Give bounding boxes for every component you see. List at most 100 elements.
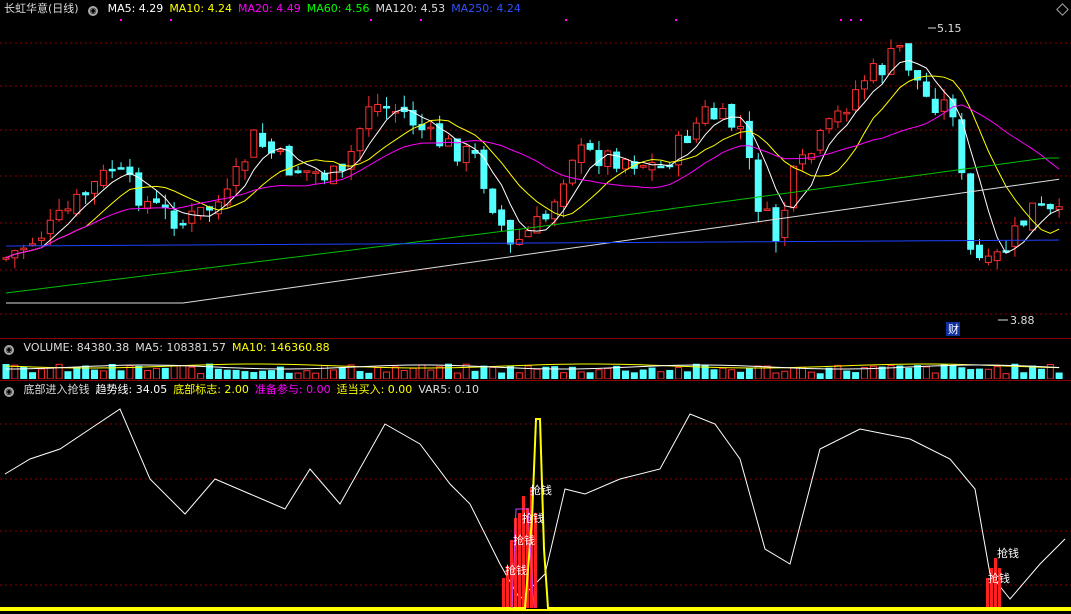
event-dot bbox=[675, 19, 677, 21]
candle-body bbox=[37, 237, 45, 241]
volume-bar bbox=[232, 369, 240, 379]
candle-body bbox=[896, 45, 904, 48]
candle-body bbox=[170, 210, 178, 229]
ma-label-3: MA60: 4.56 bbox=[306, 2, 370, 15]
candle-body bbox=[524, 230, 532, 238]
vol-label-1: MA5: 108381.57 bbox=[135, 341, 226, 354]
indicator-panel[interactable]: ◉ 底部进入抢钱 趋势线: 34.05 底部标志: 2.00 准备参与: 0.00 适当… bbox=[0, 381, 1071, 614]
volume-bar bbox=[445, 363, 452, 379]
candle-body bbox=[763, 208, 771, 211]
candle-body bbox=[20, 247, 28, 251]
volume-bar bbox=[807, 371, 815, 379]
ma-label-0: MA5: 4.29 bbox=[107, 2, 164, 15]
volume-bar bbox=[268, 370, 275, 379]
candle-body bbox=[188, 210, 196, 224]
candle-body bbox=[683, 135, 691, 144]
volume-bar bbox=[152, 367, 160, 379]
volume-bar bbox=[860, 367, 868, 379]
signal-bar bbox=[534, 513, 537, 608]
volume-bar bbox=[46, 367, 54, 379]
volume-bar bbox=[188, 366, 196, 379]
volume-bar bbox=[356, 371, 364, 379]
candle-body bbox=[692, 122, 700, 140]
volume-bar bbox=[1055, 372, 1063, 379]
candle-body bbox=[498, 209, 506, 226]
volume-legend: VOLUME: 84380.38 MA5: 108381.57 MA10: 1463… bbox=[24, 341, 336, 354]
volume-bar bbox=[710, 369, 718, 379]
event-dot bbox=[170, 19, 172, 21]
signal-bar bbox=[502, 578, 505, 608]
volume-panel[interactable]: ◉ VOLUME: 84380.38 MA5: 108381.57 MA10: 14… bbox=[0, 339, 1071, 380]
volume-bar bbox=[613, 365, 621, 379]
event-dot bbox=[860, 19, 862, 21]
volume-bar bbox=[108, 364, 116, 379]
toggle-icon[interactable]: ◉ bbox=[4, 345, 14, 355]
candle-body bbox=[259, 132, 267, 147]
volume-bar bbox=[329, 369, 337, 379]
volume-bar bbox=[144, 370, 152, 379]
volume-bar bbox=[852, 372, 860, 379]
high-label: 5.15 bbox=[937, 22, 962, 35]
volume-bar bbox=[816, 373, 824, 379]
low-label: 3.88 bbox=[1010, 314, 1035, 327]
toggle-icon[interactable]: ◉ bbox=[88, 6, 99, 16]
volume-bar bbox=[64, 371, 72, 379]
price-panel[interactable]: 长虹华意(日线) ◉ MA5: 4.29 MA10: 4.24 MA20: 4.49… bbox=[0, 0, 1071, 338]
volume-bar bbox=[161, 367, 169, 379]
volume-bar bbox=[1002, 373, 1010, 379]
candle-body bbox=[834, 110, 842, 123]
candle-body bbox=[152, 198, 160, 203]
volume-bar bbox=[383, 371, 391, 379]
candle-body bbox=[922, 81, 930, 97]
volume-bar bbox=[719, 367, 727, 379]
volume-bar bbox=[2, 364, 10, 379]
candle-body bbox=[64, 208, 72, 212]
signal-label: 抢钱 bbox=[530, 483, 552, 497]
volume-bar bbox=[639, 369, 647, 379]
candle-body bbox=[73, 193, 81, 215]
volume-bar bbox=[214, 368, 222, 379]
candle-body bbox=[878, 65, 886, 76]
volume-bar bbox=[595, 369, 603, 379]
candle-body bbox=[993, 251, 1001, 262]
volume-bar bbox=[250, 372, 258, 379]
volume-bar bbox=[604, 367, 612, 379]
candle-body bbox=[241, 161, 249, 171]
candle-body bbox=[161, 204, 169, 208]
volume-bar bbox=[285, 372, 293, 379]
candle-body bbox=[710, 107, 718, 120]
candle-body bbox=[940, 99, 948, 112]
volume-bar bbox=[55, 363, 63, 379]
candle-body bbox=[303, 170, 311, 173]
ind-label-5: VAR5: 0.10 bbox=[418, 383, 479, 396]
candle-body bbox=[55, 209, 63, 221]
candle-body bbox=[887, 47, 895, 75]
volume-bar bbox=[577, 371, 585, 379]
candle-body bbox=[816, 129, 824, 151]
volume-bar bbox=[940, 364, 948, 379]
volume-bar bbox=[374, 367, 382, 379]
candle-body bbox=[807, 153, 815, 160]
candle-body bbox=[790, 165, 798, 209]
indicator-chart[interactable]: 抢钱抢钱抢钱抢钱抢钱抢钱 bbox=[0, 399, 1071, 614]
toggle-icon[interactable]: ◉ bbox=[4, 387, 14, 397]
candle-body bbox=[197, 206, 205, 217]
event-dot bbox=[850, 19, 852, 21]
price-panel-header: 长虹华意(日线) ◉ MA5: 4.29 MA10: 4.24 MA20: 4.49… bbox=[0, 0, 533, 18]
volume-bar bbox=[843, 370, 851, 379]
candle-body bbox=[577, 144, 585, 164]
volume-bar bbox=[949, 365, 957, 379]
volume-bar bbox=[931, 372, 939, 379]
volume-chart[interactable] bbox=[0, 356, 1071, 379]
candle-body bbox=[701, 106, 709, 124]
volume-bar bbox=[701, 365, 709, 379]
volume-bar bbox=[498, 372, 506, 379]
candle-body bbox=[46, 219, 54, 235]
panel-menu-icon[interactable] bbox=[1056, 3, 1069, 16]
volume-bar bbox=[259, 370, 267, 379]
price-chart[interactable]: 5.15 3.88 财 bbox=[0, 18, 1071, 338]
candle-body bbox=[604, 150, 612, 167]
candle-body bbox=[1020, 220, 1028, 226]
volume-bar bbox=[170, 365, 178, 379]
candle-body bbox=[967, 173, 975, 250]
